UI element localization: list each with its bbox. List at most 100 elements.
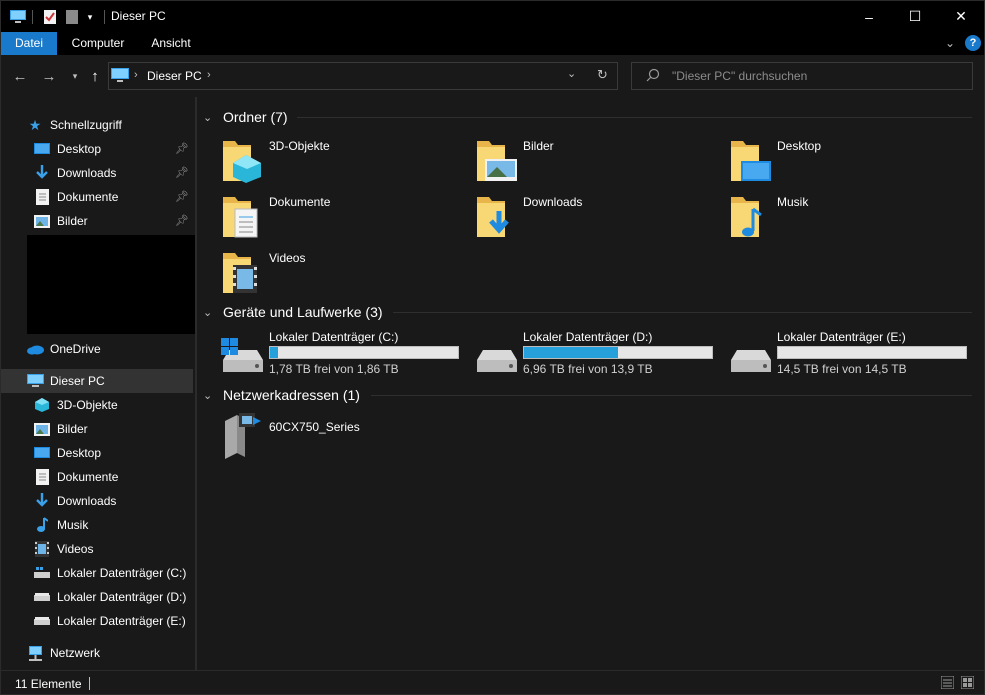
help-icon[interactable]: ? <box>965 35 981 51</box>
sidebar-item-drive-d[interactable]: Lokaler Datenträger (D:) <box>1 585 193 609</box>
pin-icon[interactable]: 📌︎ <box>175 142 189 155</box>
sidebar-item-label: OneDrive <box>50 342 101 356</box>
minimize-button[interactable]: – <box>846 1 892 32</box>
pictures-folder-icon <box>477 141 517 181</box>
back-button[interactable]: ← <box>10 66 30 86</box>
refresh-icon[interactable]: ↻ <box>597 67 608 83</box>
sidebar-item-dokumente[interactable]: Dokumente 📌︎ <box>1 185 193 209</box>
folder-label: Musik <box>777 195 809 209</box>
group-header-netzwerkadressen[interactable]: ⌄ Netzwerkadressen (1) <box>203 384 360 406</box>
tab-datei[interactable]: Datei <box>1 32 57 55</box>
drive-free-space: 14,5 TB frei von 14,5 TB <box>777 362 907 376</box>
sidebar-item-downloads-pc[interactable]: Downloads <box>1 489 193 513</box>
network-location-60cx750[interactable]: 60CX750_Series <box>221 413 471 463</box>
breadcrumb-separator-icon: › <box>134 69 138 81</box>
breadcrumb-chevron-icon[interactable]: › <box>207 69 211 81</box>
customize-quick-access-icon[interactable]: ▾ <box>83 7 97 27</box>
sidebar-item-label: Desktop <box>57 446 102 460</box>
documents-icon <box>33 468 51 486</box>
details-view-icon[interactable] <box>940 675 955 692</box>
expand-ribbon-icon[interactable]: ⌄ <box>945 36 959 50</box>
folder-dokumente[interactable]: Dokumente <box>221 193 471 243</box>
folder-downloads[interactable]: Downloads <box>475 193 725 243</box>
sidebar-item-label: Schnellzugriff <box>50 118 122 132</box>
sidebar-item-drive-c[interactable]: Lokaler Datenträger (C:) <box>1 561 193 585</box>
drive-d[interactable]: Lokaler Datenträger (D:) 6,96 TB frei vo… <box>475 330 725 378</box>
pin-icon[interactable]: 📌︎ <box>175 190 189 203</box>
address-dropdown-icon[interactable]: ⌄ <box>567 67 576 80</box>
music-icon <box>33 516 51 534</box>
sidebar-item-onedrive[interactable]: OneDrive <box>1 337 193 361</box>
sidebar-item-musik[interactable]: Musik <box>1 513 193 537</box>
folder-label: Bilder <box>523 139 554 153</box>
drive-icon <box>33 612 51 630</box>
maximize-button[interactable]: ☐ <box>892 1 938 32</box>
sidebar-item-label: Videos <box>57 542 94 556</box>
drive-free-space: 1,78 TB frei von 1,86 TB <box>269 362 399 376</box>
new-folder-icon[interactable] <box>63 7 81 27</box>
group-header-laufwerke[interactable]: ⌄ Geräte und Laufwerke (3) <box>203 301 383 323</box>
group-header-ordner[interactable]: ⌄ Ordner (7) <box>203 106 288 128</box>
downloads-icon <box>33 164 51 182</box>
sidebar-item-dokumente-pc[interactable]: Dokumente <box>1 465 193 489</box>
navigation-pane: ★ Schnellzugriff Desktop 📌︎ Downloads 📌︎… <box>1 97 196 670</box>
sidebar-item-bilder[interactable]: Bilder 📌︎ <box>1 209 193 233</box>
desktop-icon <box>33 140 51 158</box>
sidebar-item-dieser-pc[interactable]: Dieser PC <box>1 369 193 393</box>
search-box[interactable]: "Dieser PC" durchsuchen <box>631 62 973 90</box>
drive-c[interactable]: Lokaler Datenträger (C:) 1,78 TB frei vo… <box>221 330 471 378</box>
sidebar-item-videos[interactable]: Videos <box>1 537 193 561</box>
sidebar-item-desktop-pc[interactable]: Desktop <box>1 441 193 465</box>
tab-computer[interactable]: Computer <box>63 32 133 55</box>
folder-label: Dokumente <box>269 195 331 209</box>
music-folder-icon <box>731 197 762 237</box>
pin-icon[interactable]: 📌︎ <box>175 166 189 179</box>
sidebar-item-schnellzugriff[interactable]: ★ Schnellzugriff <box>1 113 193 137</box>
sidebar-item-label: Downloads <box>57 166 117 180</box>
close-button[interactable]: ✕ <box>938 1 984 32</box>
status-bar: 11 Elemente <box>1 670 984 694</box>
collapse-chevron-icon[interactable]: ⌄ <box>203 111 215 124</box>
folder-bilder[interactable]: Bilder <box>475 137 725 187</box>
properties-icon[interactable] <box>41 7 59 27</box>
pin-icon[interactable]: 📌︎ <box>175 214 189 227</box>
address-bar[interactable]: › Dieser PC › ⌄ ↻ <box>108 62 618 90</box>
collapse-chevron-icon[interactable]: ⌄ <box>203 389 215 402</box>
sidebar-item-3d-objekte[interactable]: 3D-Objekte <box>1 393 193 417</box>
drive-name: Lokaler Datenträger (D:) <box>523 330 653 344</box>
navigation-bar: ← → ▾ ↑ › Dieser PC › ⌄ ↻ "Dieser PC" du… <box>1 55 984 97</box>
group-title: Ordner (7) <box>223 109 288 125</box>
sidebar-item-bilder-pc[interactable]: Bilder <box>1 417 193 441</box>
sidebar-item-drive-e[interactable]: Lokaler Datenträger (E:) <box>1 609 193 633</box>
breadcrumb[interactable]: Dieser PC <box>147 69 202 83</box>
3d-objects-folder-icon <box>223 141 261 183</box>
this-pc-icon <box>111 68 129 86</box>
collapse-chevron-icon[interactable]: ⌄ <box>203 306 215 319</box>
drive-usage-bar <box>777 346 967 359</box>
folder-videos[interactable]: Videos <box>221 249 471 299</box>
sidebar-item-desktop[interactable]: Desktop 📌︎ <box>1 137 193 161</box>
drive-name: Lokaler Datenträger (C:) <box>269 330 399 344</box>
tab-ansicht[interactable]: Ansicht <box>141 32 201 55</box>
recent-locations-chevron-icon[interactable]: ▾ <box>65 66 85 86</box>
sidebar-item-netzwerk[interactable]: Netzwerk <box>1 641 193 665</box>
drive-usage-bar <box>523 346 713 359</box>
drive-icon <box>477 350 517 372</box>
drive-usage-fill <box>270 347 279 358</box>
drive-e[interactable]: Lokaler Datenträger (E:) 14,5 TB frei vo… <box>729 330 979 378</box>
network-icon <box>26 644 44 662</box>
folder-label: 3D-Objekte <box>269 139 330 153</box>
sidebar-item-label: Lokaler Datenträger (C:) <box>57 566 187 580</box>
quick-access-star-icon: ★ <box>28 116 42 133</box>
onedrive-cloud-icon <box>26 340 44 358</box>
up-button[interactable]: ↑ <box>85 66 105 86</box>
sidebar-item-downloads[interactable]: Downloads 📌︎ <box>1 161 193 185</box>
folder-3d-objekte[interactable]: 3D-Objekte <box>221 137 471 187</box>
desktop-folder-icon <box>731 141 771 181</box>
large-icons-view-icon[interactable] <box>960 675 975 692</box>
desktop-icon <box>33 444 51 462</box>
folder-label: Desktop <box>777 139 822 153</box>
folder-musik[interactable]: Musik <box>729 193 979 243</box>
forward-button[interactable]: → <box>39 66 59 86</box>
folder-desktop[interactable]: Desktop <box>729 137 979 187</box>
